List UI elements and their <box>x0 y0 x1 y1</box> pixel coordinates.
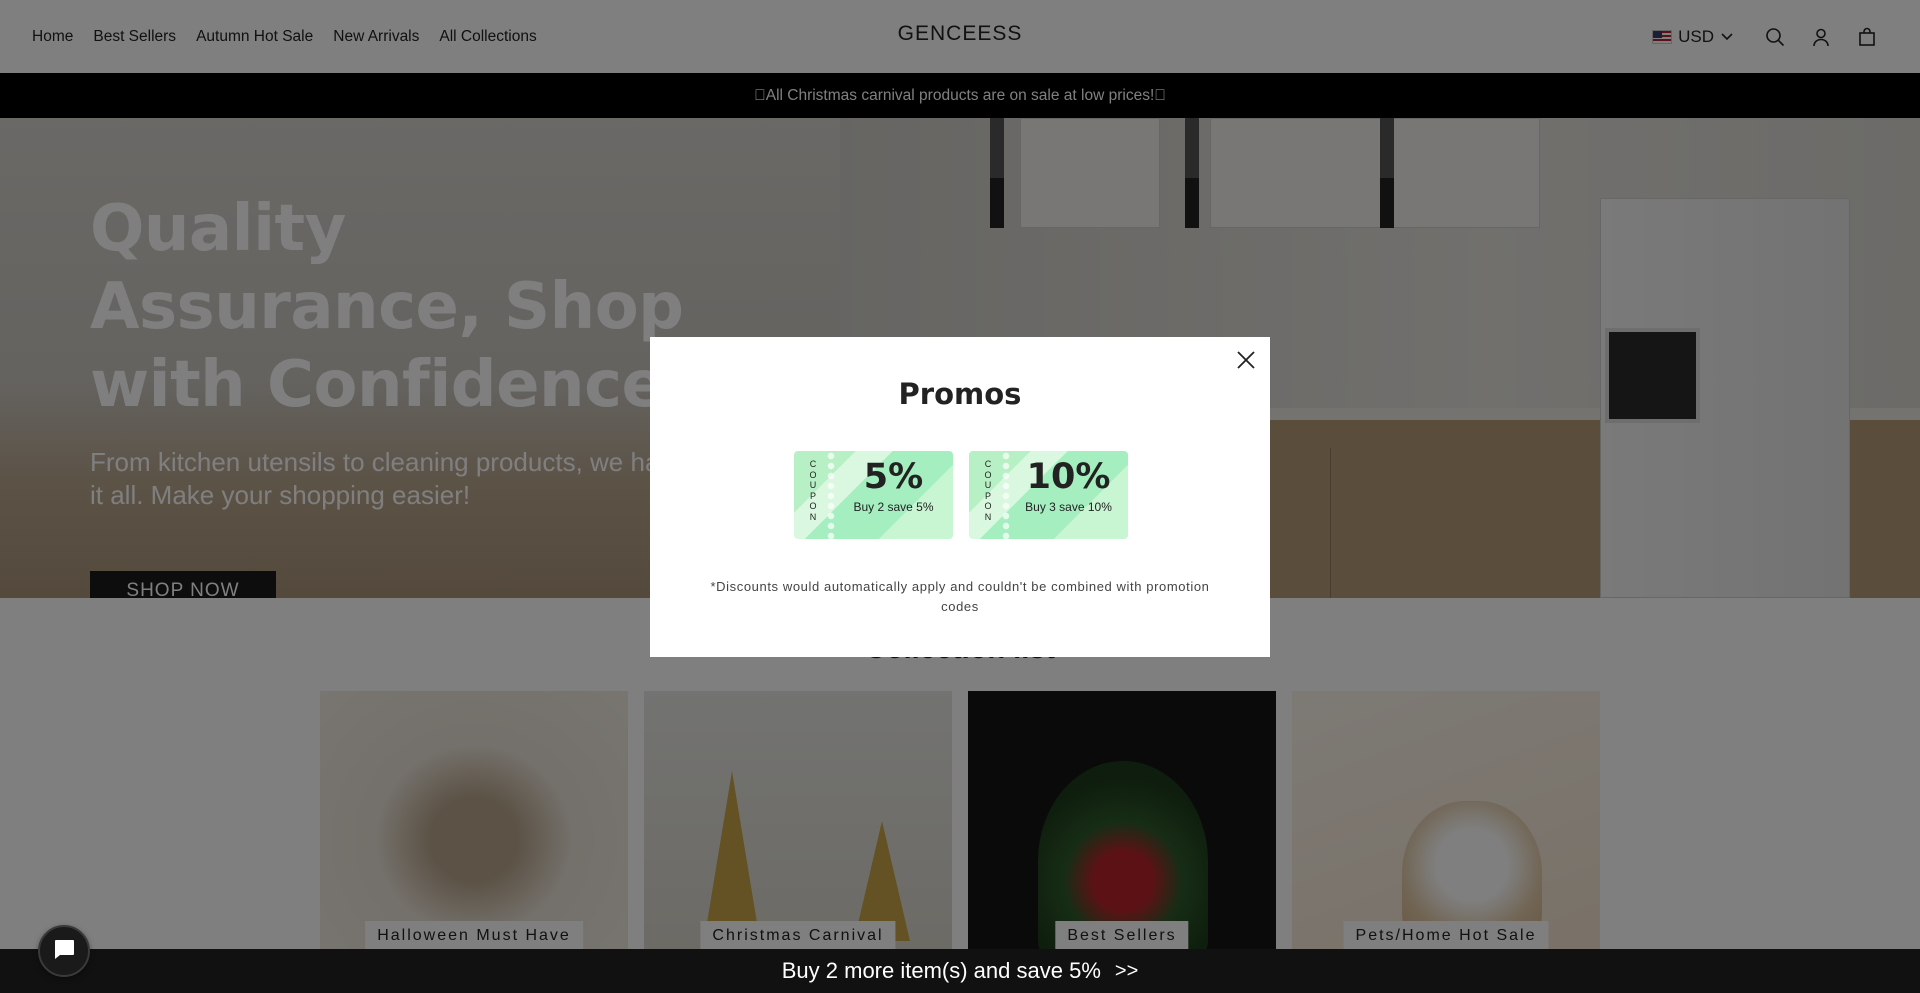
close-icon <box>1237 350 1255 372</box>
discount-progress-arrows: >> <box>1114 959 1139 982</box>
discount-progress-bar[interactable]: Buy 2 more item(s) and save 5% >> <box>0 949 1920 993</box>
coupon-value: 5% <box>863 457 924 497</box>
coupon-side-label: COUPON <box>809 459 817 522</box>
coupon-card[interactable]: COUPON 5% Buy 2 save 5% <box>794 451 953 539</box>
coupon-description: Buy 2 save 5% <box>853 500 934 514</box>
coupon-side-label: COUPON <box>984 459 992 522</box>
modal-title: Promos <box>898 377 1022 411</box>
discount-progress-text: Buy 2 more item(s) and save 5% <box>781 958 1101 983</box>
close-button[interactable] <box>1234 349 1258 373</box>
coupon-card[interactable]: COUPON 10% Buy 3 save 10% <box>969 451 1128 539</box>
promos-modal: Promos COUPON 5% Buy 2 save 5% COUPON 10… <box>650 337 1270 657</box>
modal-disclaimer: *Discounts would automatically apply and… <box>710 579 1210 614</box>
coupon-description: Buy 3 save 10% <box>1025 500 1112 514</box>
coupon-list: COUPON 5% Buy 2 save 5% COUPON 10% Buy 3… <box>794 451 1128 539</box>
chat-icon <box>52 938 76 965</box>
coupon-value: 10% <box>1026 457 1111 497</box>
chat-button[interactable] <box>38 925 90 977</box>
